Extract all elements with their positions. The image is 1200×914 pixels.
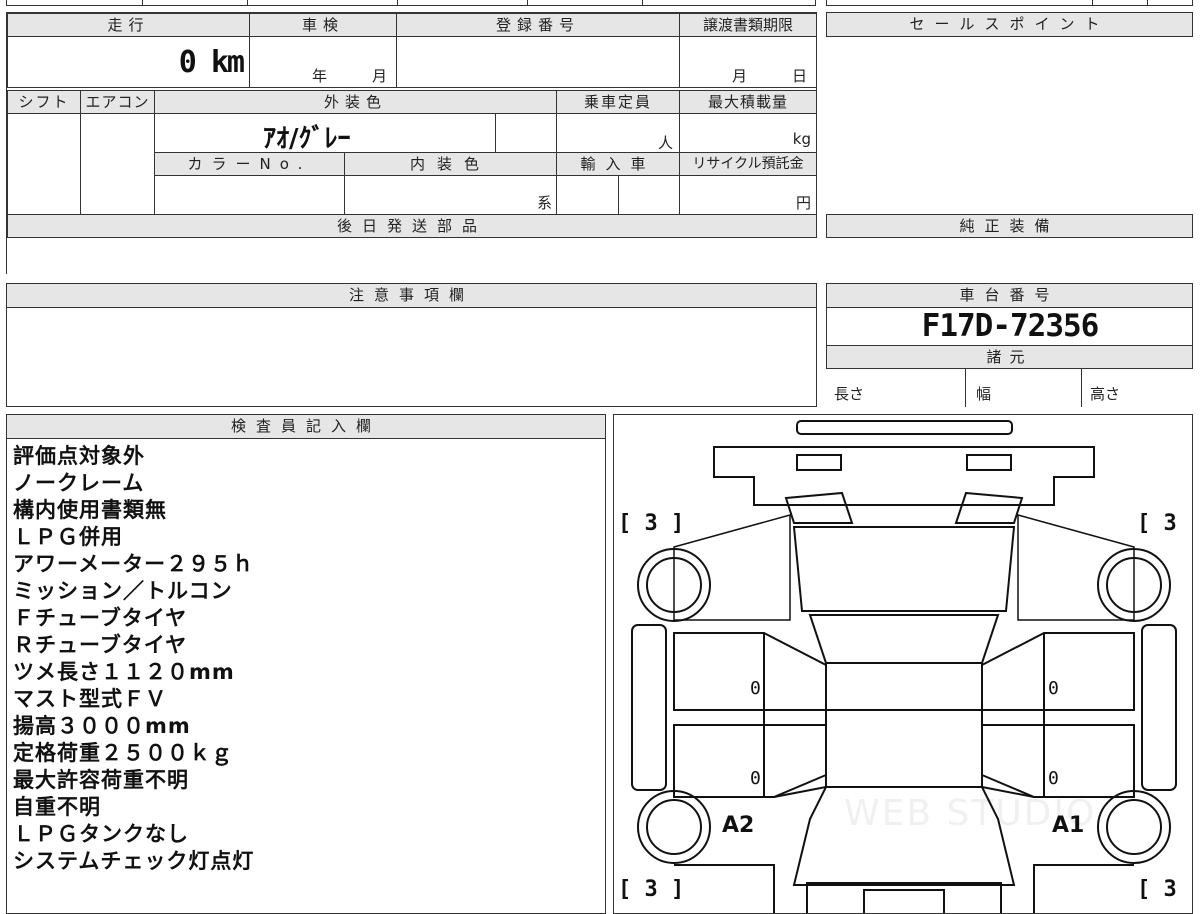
transfer-month-unit: 月 (732, 67, 748, 85)
watermark: WEB STUDIO (844, 793, 1097, 834)
inspection-year-unit: 年 (312, 67, 328, 85)
inspector-note: ミッション／トルコン (13, 579, 233, 603)
spec-width-label: 幅 (976, 385, 992, 403)
top-strip-right (826, 0, 1193, 6)
panel-left-lower-value: 0 (750, 768, 761, 789)
color-no-header: カラーNo. (154, 152, 345, 176)
top-strip (6, 0, 816, 6)
inspector-note: Ｆチューブタイヤ (13, 606, 188, 630)
inspector-note: アワーメーター２９５ｈ (13, 552, 255, 576)
severity-top-right: [ 3 ] (1137, 511, 1192, 536)
spec-length-label: 長さ (834, 385, 865, 403)
inspector-note: システムチェック灯点灯 (13, 849, 255, 873)
inspection-header: 車検 (249, 13, 397, 37)
severity-top-left: [ 3 ] (618, 511, 685, 536)
max-load-cell: kg (679, 113, 817, 153)
capacity-cell: 人 (556, 113, 680, 153)
capacity-header: 乗車定員 (556, 90, 680, 114)
transfer-deadline-cell: 月 日 (679, 36, 817, 88)
exterior-color-header: 外装色 (154, 90, 557, 114)
inspector-panel: 検査員記入欄 評価点対象外 ノークレーム 構内使用書類無 ＬＰＧ併用 アワーメー… (6, 414, 606, 914)
panel-left-upper-value: 0 (750, 678, 761, 699)
severity-bottom-left: [ 3 ] (618, 877, 685, 902)
inspection-cell: 年 月 (249, 36, 397, 88)
exterior-color-extra-cell (495, 113, 557, 153)
top-strip-divider (527, 0, 528, 6)
mileage-header: 走行 (7, 13, 250, 37)
import-cell-b (618, 175, 680, 215)
chassis-panel: 車台番号 F17D-72356 諸元 長さ 幅 高さ (826, 283, 1193, 407)
later-parts-header: 後日発送部品 (7, 214, 817, 238)
sales-point-body (826, 36, 1193, 215)
recycle-unit: 円 (795, 194, 811, 212)
chassis-no-header: 車台番号 (826, 283, 1193, 308)
max-load-header: 最大積載量 (679, 90, 817, 114)
capacity-unit: 人 (657, 134, 673, 152)
specs-header: 諸元 (826, 345, 1193, 369)
registration-header: 登録番号 (396, 13, 680, 37)
inspector-note: マスト型式ＦＶ (13, 687, 167, 711)
panel-right-upper-value: 0 (1048, 678, 1059, 699)
later-parts-cell (7, 237, 817, 274)
exterior-color-cell: ｱｵ/ｸﾞﾚｰ (154, 113, 496, 154)
spec-length-cell: 長さ (826, 368, 966, 407)
import-header: 輸入車 (556, 152, 680, 176)
spec-width-cell: 幅 (965, 368, 1082, 407)
inspector-note: ＬＰＧタンクなし (13, 822, 189, 846)
sales-point-panel: セールスポイント 純正装備 (826, 12, 1193, 274)
inspector-note: ＬＰＧ併用 (13, 525, 123, 549)
wheel-left-label: A2 (722, 813, 755, 838)
vehicle-diagram (631, 420, 1177, 913)
aircon-header: エアコン (80, 90, 155, 114)
inspector-header: 検査員記入欄 (6, 414, 606, 439)
max-load-unit: kg (792, 130, 811, 148)
sales-point-header: セールスポイント (826, 12, 1193, 37)
interior-color-unit: 系 (536, 194, 552, 212)
transfer-deadline-header: 譲渡書類期限 (679, 13, 817, 37)
inspector-note: 自重不明 (13, 795, 101, 819)
top-strip-divider (142, 0, 143, 6)
chassis-no-value: F17D-72356 (921, 308, 1100, 344)
recycle-header: リサイクル預託金 (679, 152, 817, 176)
shift-header: シフト (7, 90, 81, 114)
inspector-note: 揚高３０００mm (13, 714, 191, 738)
interior-color-cell: 系 (344, 175, 557, 215)
top-strip-divider (1147, 0, 1148, 6)
top-strip-divider (642, 0, 643, 6)
inspector-note: ツメ長さ１１２０mm (13, 660, 235, 684)
mileage-value: 0 km (178, 45, 245, 80)
spec-height-label: 高さ (1090, 385, 1121, 403)
inspector-note: 構内使用書類無 (13, 498, 167, 522)
inspector-note: 定格荷重２５００ｋｇ (13, 741, 233, 765)
mileage-cell: 0 km (7, 36, 250, 88)
inspector-note: 評価点対象外 (13, 444, 145, 468)
top-strip-divider (247, 0, 248, 6)
vehicle-info-grid: 走行 車検 登録番号 譲渡書類期限 0 km 年 月 月 日 シフト エアコン … (6, 12, 817, 274)
interior-color-header: 内装色 (344, 152, 557, 176)
inspector-note: 最大許容荷重不明 (13, 768, 189, 792)
inspector-note: Ｒチューブタイヤ (13, 633, 188, 657)
inspection-month-unit: 月 (372, 67, 388, 85)
import-cell-a (556, 175, 619, 215)
genuine-equipment-header: 純正装備 (826, 214, 1193, 238)
shift-cell (7, 113, 81, 215)
notes-header: 注意事項欄 (6, 283, 817, 308)
genuine-equipment-body (826, 237, 1193, 274)
color-no-cell (154, 175, 345, 215)
aircon-cell (80, 113, 155, 215)
vehicle-diagram-panel: [ 3 ] [ 3 ] [ 3 ] [ 3 ] 0 0 0 0 A2 A1 WE… (613, 414, 1193, 914)
notes-panel: 注意事項欄 (6, 283, 817, 407)
panel-right-lower-value: 0 (1048, 768, 1059, 789)
top-strip-divider (397, 0, 398, 6)
registration-cell (396, 36, 680, 88)
spec-height-cell: 高さ (1081, 368, 1193, 407)
top-strip-divider (1092, 0, 1093, 6)
recycle-cell: 円 (679, 175, 817, 215)
transfer-day-unit: 日 (792, 67, 808, 85)
exterior-color-value: ｱｵ/ｸﾞﾚｰ (263, 124, 351, 154)
inspector-notes-list: 評価点対象外 ノークレーム 構内使用書類無 ＬＰＧ併用 アワーメーター２９５ｈ … (13, 443, 598, 875)
inspector-note: ノークレーム (13, 471, 145, 495)
severity-bottom-right: [ 3 ] (1137, 877, 1192, 902)
